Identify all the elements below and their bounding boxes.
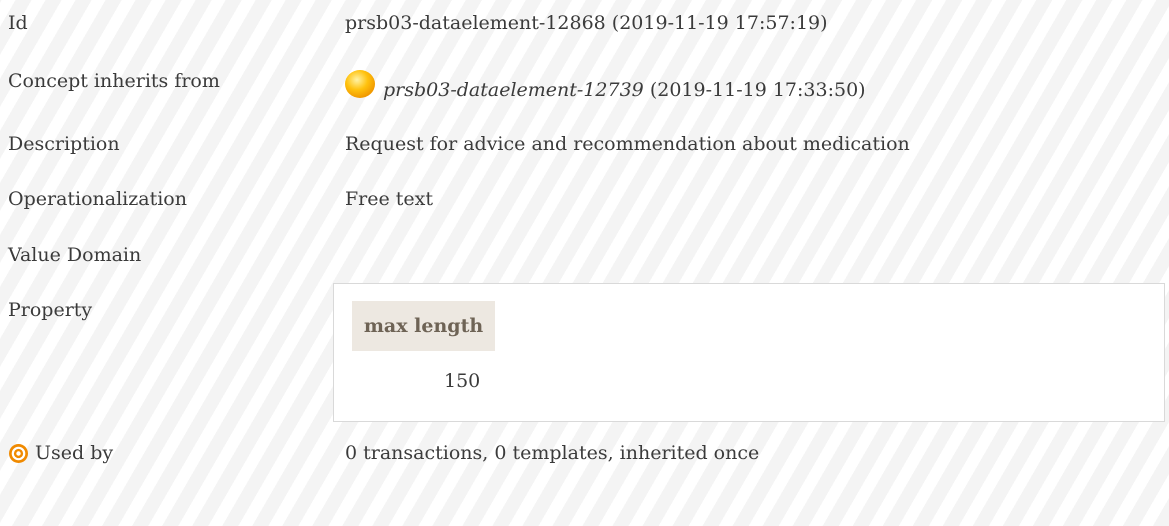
inherits-ref-link[interactable]: prsb03-dataelement-12739 <box>383 79 644 101</box>
operationalization-label: Operationalization <box>8 188 187 210</box>
description-label: Description <box>8 133 120 155</box>
description-value: Request for advice and recommendation ab… <box>345 133 910 155</box>
used-by-label: Used by <box>35 442 114 464</box>
value-domain-label: Value Domain <box>8 244 142 266</box>
id-value: prsb03-dataelement-12868 (2019-11-19 17:… <box>345 12 828 34</box>
property-label: Property <box>8 299 93 321</box>
property-header-max-length: max length <box>352 301 495 351</box>
property-value-max-length: 150 <box>444 370 481 392</box>
inherits-label: Concept inherits from <box>8 70 220 92</box>
yellow-sun-icon <box>345 70 375 98</box>
used-by-value: 0 transactions, 0 templates, inherited o… <box>345 442 760 464</box>
id-label: Id <box>8 12 28 34</box>
used-by-label-group: Used by <box>8 442 113 464</box>
target-icon <box>9 443 28 463</box>
property-table: max length 150 <box>333 283 1165 422</box>
inherits-value: prsb03-dataelement-12739 (2019-11-19 17:… <box>383 79 866 101</box>
operationalization-value: Free text <box>345 188 434 210</box>
inherits-ref-timestamp: (2019-11-19 17:33:50) <box>649 79 866 101</box>
